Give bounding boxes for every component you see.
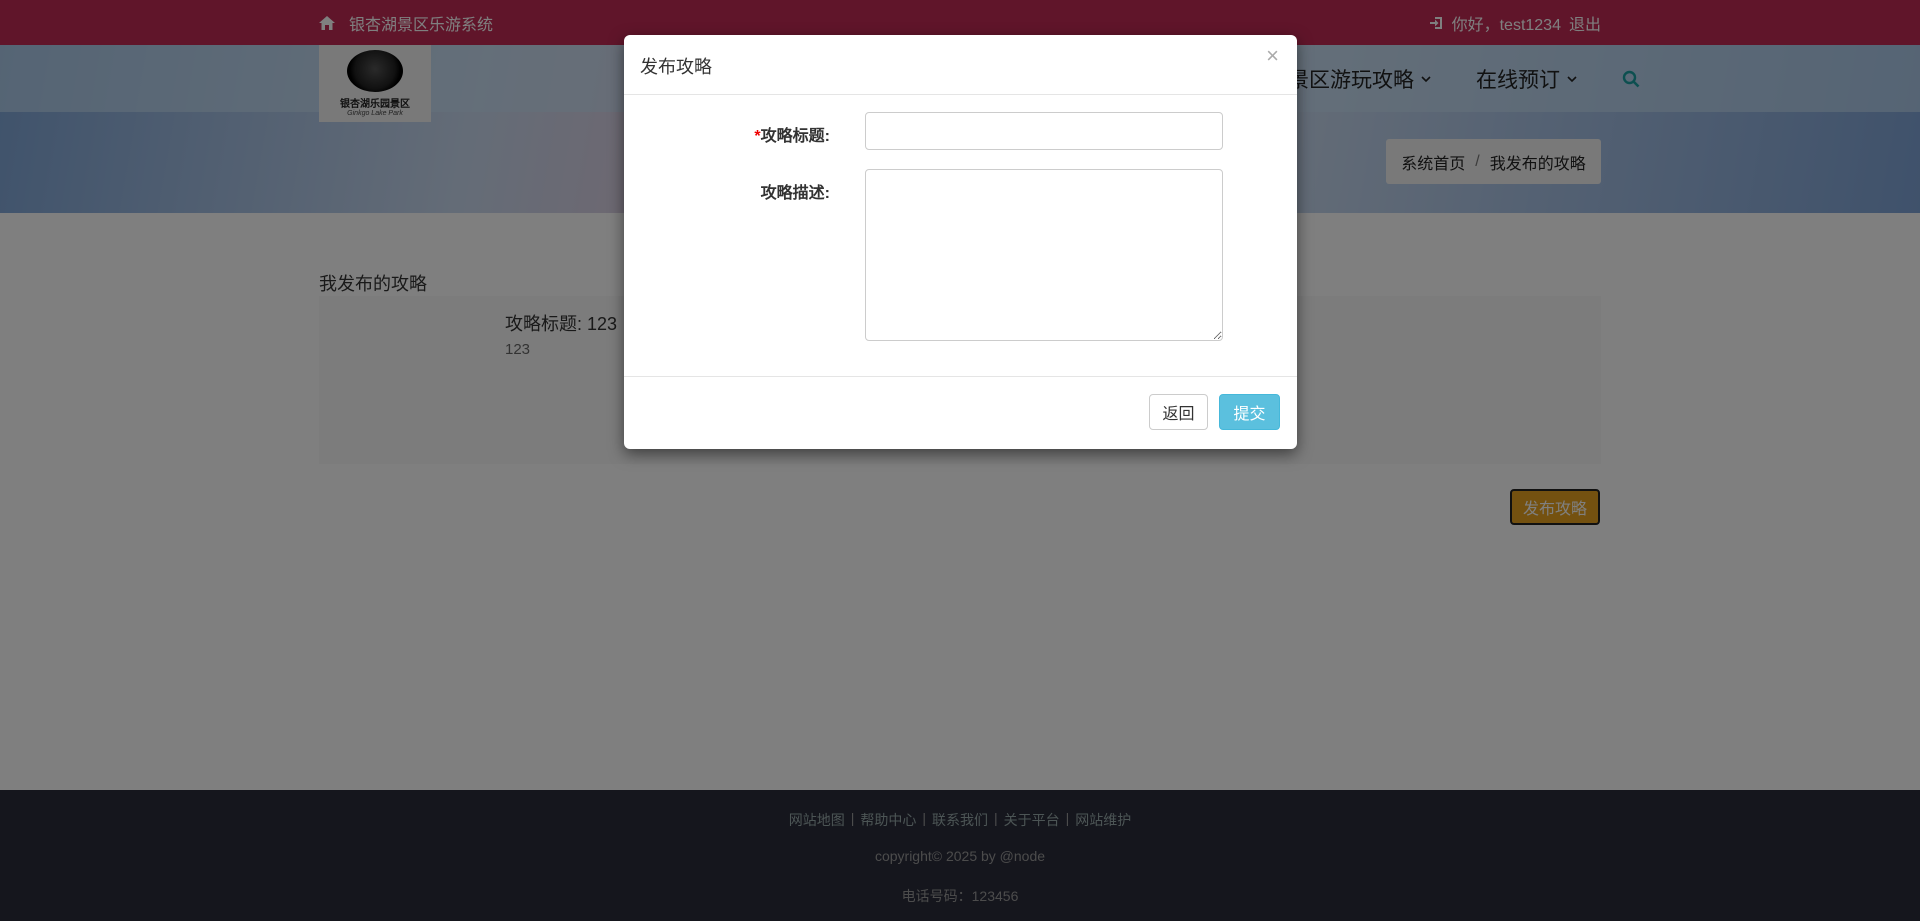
modal-body: *攻略标题: 攻略描述: bbox=[624, 95, 1297, 376]
guide-title-label-text: 攻略标题: bbox=[760, 128, 830, 145]
guide-title-label: *攻略标题: bbox=[710, 122, 830, 146]
publish-guide-modal: 发布攻略 × *攻略标题: 攻略描述: 返回 提交 bbox=[624, 35, 1297, 449]
submit-button[interactable]: 提交 bbox=[1219, 394, 1280, 430]
modal-header: 发布攻略 × bbox=[624, 35, 1297, 95]
close-icon[interactable]: × bbox=[1266, 45, 1279, 67]
guide-desc-textarea[interactable] bbox=[865, 169, 1223, 341]
guide-title-input[interactable] bbox=[865, 112, 1223, 150]
modal-title: 发布攻略 bbox=[640, 57, 712, 77]
modal-footer: 返回 提交 bbox=[624, 376, 1297, 448]
back-button[interactable]: 返回 bbox=[1149, 394, 1208, 430]
guide-desc-label: 攻略描述: bbox=[760, 185, 830, 202]
